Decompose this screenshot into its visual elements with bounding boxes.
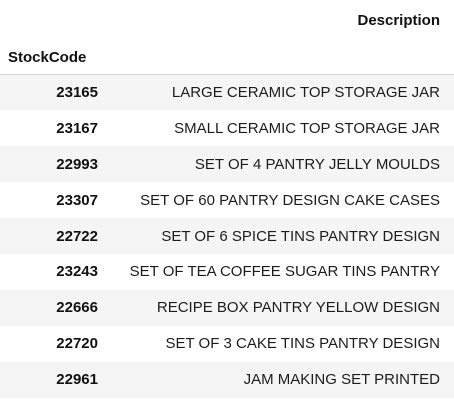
table-row: 23243 SET OF TEA COFFEE SUGAR TINS PANTR… xyxy=(0,253,454,290)
column-header-description: Description xyxy=(357,11,440,29)
table-row: 22993 SET OF 4 PANTRY JELLY MOULDS xyxy=(0,146,454,183)
description-cell: RECIPE BOX PANTRY YELLOW DESIGN xyxy=(156,299,440,317)
description-cell: LARGE CERAMIC TOP STORAGE JAR xyxy=(171,84,440,102)
header-spacer xyxy=(0,0,110,40)
description-cell: JAM MAKING SET PRINTED xyxy=(243,371,440,389)
stock-code-cell: 23307 xyxy=(56,191,98,209)
description-cell: SET OF 4 PANTRY JELLY MOULDS xyxy=(194,155,440,173)
description-cell: SET OF 60 PANTRY DESIGN CAKE CASES xyxy=(140,191,440,209)
index-header-spacer xyxy=(110,40,454,75)
description-cell: SET OF 6 SPICE TINS PANTRY DESIGN xyxy=(161,227,440,245)
table-row: 23165 LARGE CERAMIC TOP STORAGE JAR xyxy=(0,74,454,111)
index-header-row: StockCode xyxy=(0,40,454,75)
table-row: 22720 SET OF 3 CAKE TINS PANTRY DESIGN xyxy=(0,325,454,362)
stock-code-cell: 22666 xyxy=(56,299,98,317)
table-row: 22666 RECIPE BOX PANTRY YELLOW DESIGN xyxy=(0,289,454,326)
table-row: 23167 SMALL CERAMIC TOP STORAGE JAR xyxy=(0,110,454,147)
table-row: 22722 SET OF 6 SPICE TINS PANTRY DESIGN xyxy=(0,218,454,254)
description-cell: SMALL CERAMIC TOP STORAGE JAR xyxy=(174,119,440,137)
dataframe-output: Description StockCode 23165 LARGE CERAMI… xyxy=(0,0,454,405)
stock-code-cell: 22722 xyxy=(56,227,98,245)
stock-code-cell: 22720 xyxy=(56,335,98,353)
description-cell: SET OF TEA COFFEE SUGAR TINS PANTRY xyxy=(129,263,440,281)
stock-code-cell: 23243 xyxy=(56,263,98,281)
stock-code-cell: 22961 xyxy=(56,371,98,389)
table-row: 23307 SET OF 60 PANTRY DESIGN CAKE CASES xyxy=(0,182,454,219)
table-body: 23165 LARGE CERAMIC TOP STORAGE JAR 2316… xyxy=(0,74,454,398)
index-header-stockcode: StockCode xyxy=(0,40,110,75)
column-header-row: Description xyxy=(0,0,454,40)
stock-code-cell: 23165 xyxy=(56,84,98,102)
table-header: Description StockCode xyxy=(0,0,454,75)
description-cell: SET OF 3 CAKE TINS PANTRY DESIGN xyxy=(165,335,440,353)
stock-code-cell: 22993 xyxy=(56,155,98,173)
stock-table: Description StockCode 23165 LARGE CERAMI… xyxy=(0,0,454,398)
stock-code-cell: 23167 xyxy=(56,119,98,137)
table-row: 22961 JAM MAKING SET PRINTED xyxy=(0,361,454,398)
